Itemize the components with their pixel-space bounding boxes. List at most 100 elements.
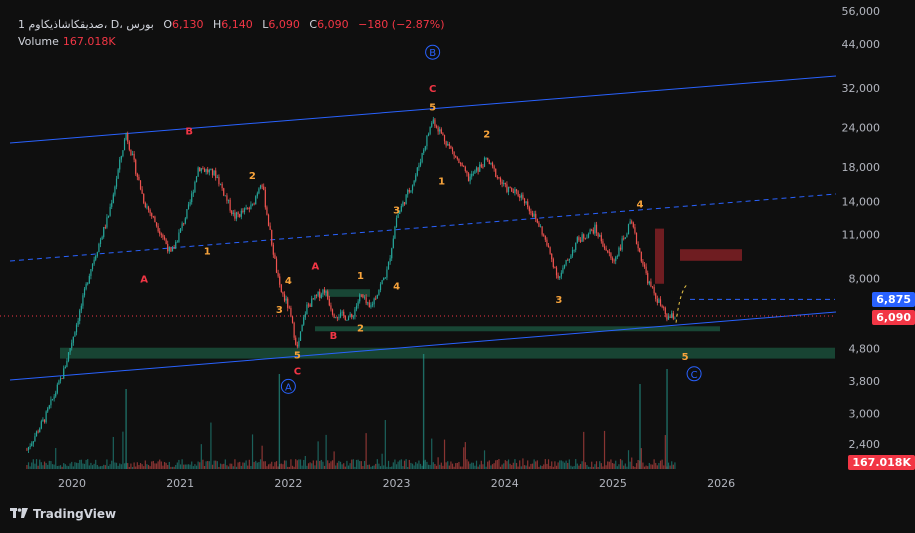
- volume-bar: [315, 460, 318, 469]
- volume-bar: [83, 463, 86, 469]
- volume-bar: [395, 464, 398, 469]
- candle-body: [34, 436, 36, 442]
- candle-body: [58, 380, 60, 385]
- volume-bar: [179, 464, 182, 469]
- volume-bar: [280, 463, 282, 469]
- candle-body: [504, 182, 506, 185]
- candle-body: [413, 180, 415, 186]
- candle-body: [672, 313, 674, 319]
- volume-bar: [343, 463, 345, 469]
- candle-body: [498, 177, 500, 178]
- volume-bar: [272, 466, 274, 469]
- volume-bar: [579, 463, 582, 469]
- candle-body: [483, 158, 486, 167]
- close-value: 6,090: [317, 18, 349, 31]
- volume-bar: [74, 462, 76, 469]
- volume-bar: [143, 466, 145, 469]
- candle-body: [650, 281, 652, 287]
- volume-bar: [349, 463, 351, 469]
- volume-bar: [339, 461, 342, 469]
- volume-bar: [538, 466, 540, 469]
- candle-body: [485, 157, 487, 159]
- volume-bar: [634, 466, 636, 469]
- volume-bar: [479, 464, 481, 469]
- candle-body: [287, 298, 289, 308]
- volume-bar: [320, 459, 322, 469]
- candle-body: [218, 177, 220, 185]
- volume-bar: [173, 466, 175, 469]
- candle-body: [651, 286, 654, 288]
- candle-body: [501, 181, 503, 184]
- volume-bar: [368, 464, 370, 469]
- y-tick-label: 24,000: [842, 121, 881, 134]
- candle-body: [183, 223, 185, 225]
- volume-bar: [98, 466, 100, 469]
- wave-label: 5: [294, 351, 301, 362]
- wave-label: A: [312, 261, 320, 272]
- volume-bar: [283, 460, 286, 469]
- volume-bar: [419, 463, 422, 469]
- candle-body: [237, 212, 239, 215]
- candle-body: [106, 217, 108, 228]
- volume-bar: [493, 463, 495, 469]
- volume-bar: [216, 461, 218, 469]
- candle-body: [221, 183, 223, 189]
- volume-bar: [392, 462, 394, 469]
- volume-bar: [127, 463, 129, 469]
- candle-body: [378, 289, 380, 295]
- candle-body: [475, 167, 478, 171]
- candle-body: [410, 190, 412, 192]
- y-tick-label: 3,000: [849, 407, 881, 420]
- volume-bar: [29, 466, 31, 469]
- candle-body: [205, 169, 207, 172]
- volume-bar: [211, 464, 214, 469]
- candle-body: [394, 226, 396, 239]
- volume-bar: [370, 466, 372, 469]
- volume-bar: [611, 463, 614, 469]
- volume-bar: [371, 465, 374, 469]
- candle-body: [269, 225, 271, 231]
- candle-body: [83, 288, 86, 296]
- volume-bar: [407, 466, 409, 469]
- volume-bar: [274, 462, 276, 469]
- candle-body: [168, 247, 170, 252]
- candle-body: [456, 157, 458, 160]
- volume-bar: [650, 464, 652, 469]
- volume-spike: [278, 374, 281, 469]
- volume-bar: [485, 466, 487, 469]
- volume-bar: [186, 464, 188, 469]
- candle-body: [621, 238, 623, 250]
- volume-bar: [615, 460, 617, 469]
- candle-body: [253, 203, 255, 205]
- volume-bar: [277, 466, 279, 469]
- candle-body: [162, 234, 164, 238]
- volume-bar: [573, 465, 575, 469]
- candle-body: [104, 227, 106, 228]
- volume-bar: [559, 460, 561, 469]
- candle-body: [664, 307, 666, 315]
- candle-body: [31, 443, 33, 446]
- price-chart[interactable]: 12345CAABA1B2345CB12345C 56,00044,00032,…: [0, 0, 915, 533]
- candle-body: [139, 180, 142, 190]
- candle-body: [285, 298, 287, 301]
- volume-bar: [568, 459, 570, 469]
- volume-bar: [551, 461, 553, 469]
- volume-bar: [597, 466, 599, 469]
- wave-label: 2: [483, 129, 490, 140]
- volume-bar: [416, 463, 418, 469]
- candle-body: [530, 211, 532, 213]
- symbol-name[interactable]: 1 صديقكاشاذيكاوم، D، بورس: [18, 18, 154, 31]
- volume-bar: [219, 463, 222, 469]
- volume-bar: [330, 461, 332, 469]
- volume-legend[interactable]: Volume 167.018K: [18, 35, 116, 48]
- candle-body: [232, 212, 234, 214]
- volume-bar: [378, 463, 380, 469]
- volume-bar: [375, 463, 377, 469]
- volume-bar: [391, 466, 393, 469]
- candle-body: [408, 190, 410, 192]
- candle-body: [63, 368, 65, 379]
- y-tick-label: 56,000: [842, 5, 881, 18]
- volume-bar: [663, 465, 665, 469]
- candle-body: [527, 201, 529, 208]
- tradingview-brand[interactable]: TradingView: [10, 507, 116, 521]
